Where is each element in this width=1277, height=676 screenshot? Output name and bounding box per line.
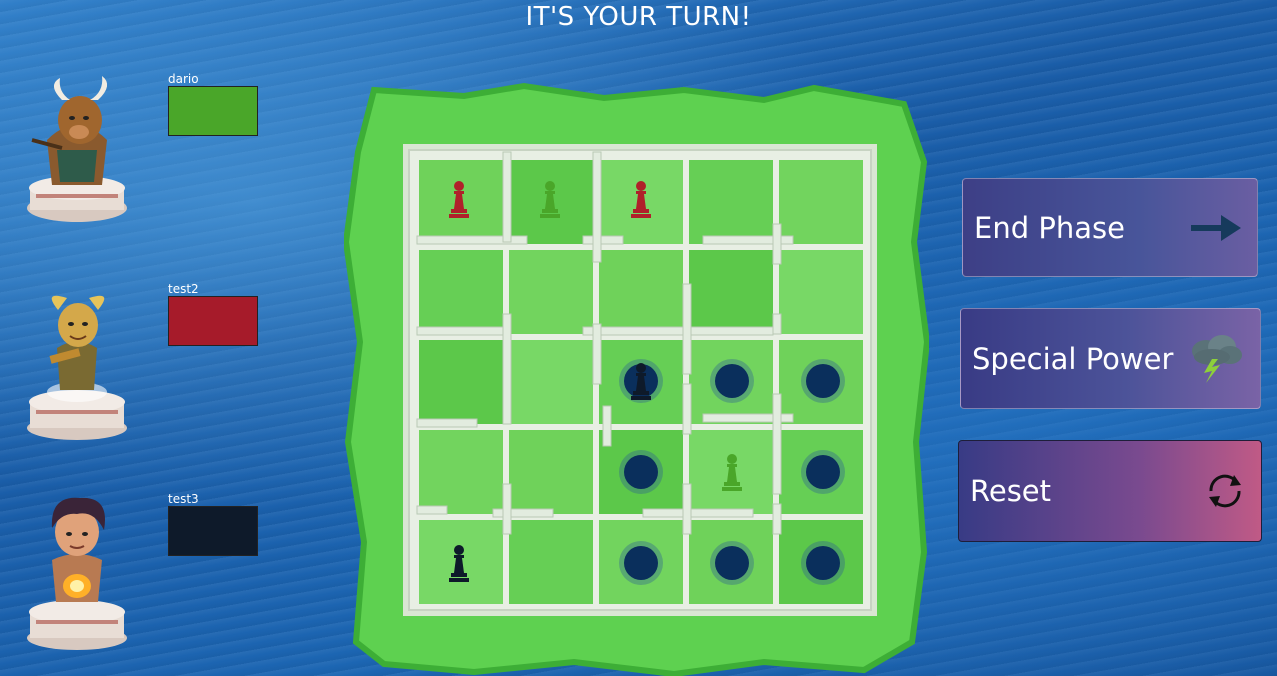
board-cell[interactable] bbox=[689, 160, 773, 244]
player-panel-3: test3 bbox=[0, 490, 290, 670]
board-cell[interactable] bbox=[689, 250, 773, 334]
end-phase-label: End Phase bbox=[974, 210, 1125, 245]
board-cell[interactable] bbox=[419, 250, 503, 334]
player-panel-2: test2 bbox=[0, 280, 290, 460]
black-pawn-icon[interactable] bbox=[447, 543, 471, 587]
move-target-marker[interactable] bbox=[715, 546, 749, 580]
player-name: test2 bbox=[168, 282, 199, 296]
special-power-button[interactable]: Special Power bbox=[960, 308, 1261, 409]
refresh-icon bbox=[1209, 474, 1241, 508]
turn-banner: IT'S YOUR TURN! bbox=[525, 2, 752, 32]
green-pawn-icon[interactable] bbox=[538, 179, 562, 223]
move-target-marker[interactable] bbox=[624, 546, 658, 580]
special-power-label: Special Power bbox=[972, 341, 1174, 376]
player-name: test3 bbox=[168, 492, 199, 506]
board-cell[interactable] bbox=[509, 340, 593, 424]
reset-label: Reset bbox=[970, 474, 1052, 508]
board-cell[interactable] bbox=[779, 250, 863, 334]
board-cell[interactable] bbox=[509, 430, 593, 514]
red-pawn-icon[interactable] bbox=[629, 179, 653, 223]
end-phase-button[interactable]: End Phase bbox=[962, 178, 1258, 277]
board-cell[interactable] bbox=[509, 250, 593, 334]
move-target-marker[interactable] bbox=[806, 455, 840, 489]
player-color-swatch bbox=[168, 296, 258, 346]
red-pawn-icon[interactable] bbox=[447, 179, 471, 223]
move-target-marker[interactable] bbox=[715, 364, 749, 398]
reset-button[interactable]: Reset bbox=[958, 440, 1262, 542]
move-target-marker[interactable] bbox=[806, 364, 840, 398]
board-cell[interactable] bbox=[509, 520, 593, 604]
storm-cloud-icon bbox=[1192, 334, 1242, 383]
player-color-swatch bbox=[168, 506, 258, 556]
minotaur-avatar bbox=[27, 76, 127, 222]
board-cell[interactable] bbox=[419, 340, 503, 424]
move-target-marker[interactable] bbox=[806, 546, 840, 580]
green-pawn-icon[interactable] bbox=[720, 452, 744, 496]
board-cell[interactable] bbox=[599, 250, 683, 334]
arrow-right-icon bbox=[1191, 214, 1241, 241]
player-color-swatch bbox=[168, 86, 258, 136]
board-cell[interactable] bbox=[419, 430, 503, 514]
pan-avatar bbox=[27, 295, 127, 440]
black-pawn-icon[interactable] bbox=[629, 361, 653, 405]
player-panel-1: dario bbox=[0, 70, 290, 250]
board-cell[interactable] bbox=[779, 160, 863, 244]
player-name: dario bbox=[168, 72, 199, 86]
prometheus-avatar bbox=[27, 497, 127, 650]
move-target-marker[interactable] bbox=[624, 455, 658, 489]
